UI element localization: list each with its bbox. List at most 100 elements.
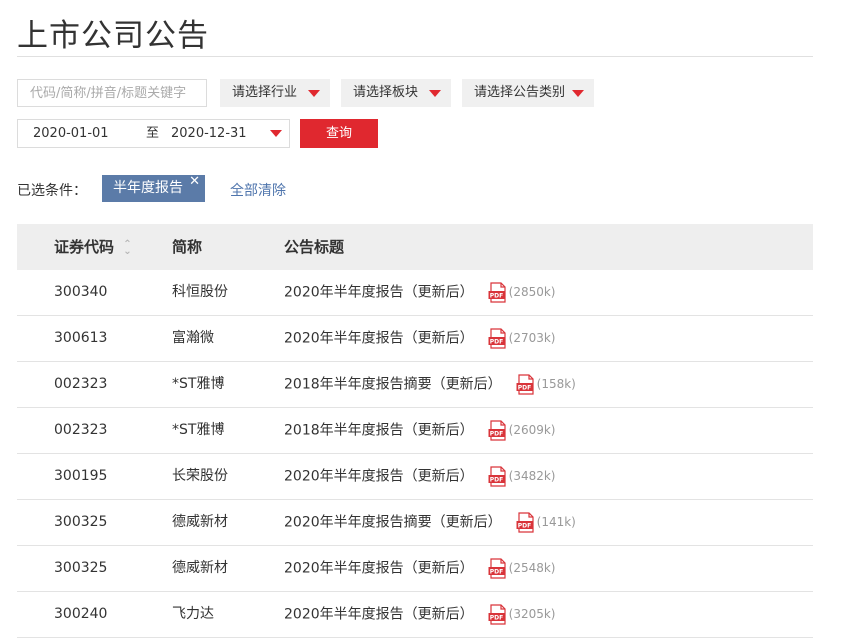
column-name: 简称 xyxy=(172,238,203,256)
table-row: 300195 长荣股份 2020年半年度报告（更新后） PDF (3482k) xyxy=(17,454,813,500)
svg-text:PDF: PDF xyxy=(489,569,502,576)
announcements-table: 证券代码 ⌃ ⌄ 简称 公告标题 300340 科恒股份 2020年半年度报告（更… xyxy=(17,224,813,638)
stock-code: 300195 xyxy=(54,468,108,484)
sort-icon[interactable]: ⌃ ⌄ xyxy=(123,239,131,256)
announcement-title-link[interactable]: 2018年半年度报告摘要（更新后） xyxy=(284,377,502,393)
board-select-label: 请选择板块 xyxy=(353,85,419,100)
svg-text:PDF: PDF xyxy=(517,523,530,530)
stock-name: 科恒股份 xyxy=(172,284,228,300)
file-size: (158k) xyxy=(536,377,576,391)
date-separator: 至 xyxy=(146,126,160,141)
board-select[interactable]: 请选择板块 xyxy=(341,79,451,107)
announcement-title-link[interactable]: 2020年半年度报告（更新后） xyxy=(284,561,474,577)
table-row: 300325 德威新材 2020年半年度报告摘要（更新后） PDF (141k) xyxy=(17,500,813,546)
pdf-icon: PDF xyxy=(488,558,507,579)
announcement-title-link[interactable]: 2020年半年度报告（更新后） xyxy=(284,607,474,623)
caret-down-icon[interactable] xyxy=(270,130,282,137)
stock-code: 300325 xyxy=(54,514,108,530)
stock-code: 300325 xyxy=(54,560,108,576)
file-size: (2548k) xyxy=(508,561,556,575)
date-end[interactable]: 2020-12-31 xyxy=(171,120,247,147)
pdf-icon: PDF xyxy=(516,374,535,395)
announcement-title-link[interactable]: 2018年半年度报告（更新后） xyxy=(284,423,474,439)
search-input[interactable] xyxy=(17,79,207,107)
announcement-cell: 2020年半年度报告（更新后） PDF (2703k) xyxy=(284,316,556,362)
pdf-icon: PDF xyxy=(488,466,507,487)
announcement-cell: 2020年半年度报告摘要（更新后） PDF (141k) xyxy=(284,500,576,546)
industry-select-label: 请选择行业 xyxy=(232,85,298,100)
announcement-cell: 2020年半年度报告（更新后） PDF (3205k) xyxy=(284,592,556,638)
table-row: 300613 富瀚微 2020年半年度报告（更新后） PDF (2703k) xyxy=(17,316,813,362)
table-header: 证券代码 ⌃ ⌄ 简称 公告标题 xyxy=(17,224,813,270)
announcement-cell: 2020年半年度报告（更新后） PDF (2850k) xyxy=(284,270,556,316)
svg-text:PDF: PDF xyxy=(517,385,530,392)
pdf-icon: PDF xyxy=(516,512,535,533)
table-row: 300240 飞力达 2020年半年度报告（更新后） PDF (3205k) xyxy=(17,592,813,638)
svg-text:PDF: PDF xyxy=(489,293,502,300)
announcement-cell: 2018年半年度报告（更新后） PDF (2609k) xyxy=(284,408,556,454)
file-size: (3205k) xyxy=(508,607,556,621)
file-size: (141k) xyxy=(536,515,576,529)
category-select-label: 请选择公告类别 xyxy=(474,85,566,100)
pdf-download-link[interactable]: PDF (3482k) xyxy=(488,454,556,499)
stock-name: 德威新材 xyxy=(172,514,228,530)
selected-conditions-label: 已选条件： xyxy=(17,183,87,199)
file-size: (2703k) xyxy=(508,331,556,345)
caret-down-icon xyxy=(572,90,584,97)
table-body: 300340 科恒股份 2020年半年度报告（更新后） PDF (2850k) … xyxy=(17,270,813,638)
stock-code: 002323 xyxy=(54,376,108,392)
stock-name: *ST雅博 xyxy=(172,376,225,392)
date-range-picker[interactable]: 2020-01-01 至 2020-12-31 xyxy=(17,119,290,148)
pdf-download-link[interactable]: PDF (141k) xyxy=(516,500,576,545)
stock-code: 300240 xyxy=(54,606,108,622)
stock-name: 飞力达 xyxy=(172,606,214,622)
page-title: 上市公司公告 xyxy=(17,18,209,54)
file-size: (2609k) xyxy=(508,423,556,437)
stock-name: 富瀚微 xyxy=(172,330,214,346)
pdf-download-link[interactable]: PDF (2703k) xyxy=(488,316,556,361)
announcement-cell: 2018年半年度报告摘要（更新后） PDF (158k) xyxy=(284,362,576,408)
table-row: 002323 *ST雅博 2018年半年度报告摘要（更新后） PDF (158k… xyxy=(17,362,813,408)
stock-name: *ST雅博 xyxy=(172,422,225,438)
industry-select[interactable]: 请选择行业 xyxy=(220,79,330,107)
stock-code: 300340 xyxy=(54,284,108,300)
svg-text:PDF: PDF xyxy=(489,339,502,346)
table-row: 300325 德威新材 2020年半年度报告（更新后） PDF (2548k) xyxy=(17,546,813,592)
announcement-title-link[interactable]: 2020年半年度报告（更新后） xyxy=(284,285,474,301)
filter-tag-label: 半年度报告 xyxy=(113,180,183,196)
file-size: (3482k) xyxy=(508,469,556,483)
svg-text:PDF: PDF xyxy=(489,431,502,438)
clear-all-link[interactable]: 全部清除 xyxy=(230,180,286,200)
file-size: (2850k) xyxy=(508,285,556,299)
category-select[interactable]: 请选择公告类别 xyxy=(462,79,594,107)
query-button[interactable]: 查询 xyxy=(300,119,378,148)
close-icon[interactable]: ✕ xyxy=(189,168,200,195)
table-row: 300340 科恒股份 2020年半年度报告（更新后） PDF (2850k) xyxy=(17,270,813,316)
pdf-download-link[interactable]: PDF (2609k) xyxy=(488,408,556,453)
title-divider xyxy=(17,56,813,57)
announcement-cell: 2020年半年度报告（更新后） PDF (3482k) xyxy=(284,454,556,500)
announcement-cell: 2020年半年度报告（更新后） PDF (2548k) xyxy=(284,546,556,592)
column-code[interactable]: 证券代码 ⌃ ⌄ xyxy=(54,224,132,270)
svg-text:PDF: PDF xyxy=(489,615,502,622)
stock-code: 300613 xyxy=(54,330,108,346)
caret-down-icon xyxy=(308,90,320,97)
pdf-download-link[interactable]: PDF (3205k) xyxy=(488,592,556,637)
date-start[interactable]: 2020-01-01 xyxy=(33,120,109,147)
pdf-download-link[interactable]: PDF (2548k) xyxy=(488,546,556,591)
announcement-title-link[interactable]: 2020年半年度报告摘要（更新后） xyxy=(284,515,502,531)
pdf-download-link[interactable]: PDF (2850k) xyxy=(488,270,556,315)
svg-text:PDF: PDF xyxy=(489,477,502,484)
column-title: 公告标题 xyxy=(284,238,345,256)
table-row: 002323 *ST雅博 2018年半年度报告（更新后） PDF (2609k) xyxy=(17,408,813,454)
pdf-icon: PDF xyxy=(488,604,507,625)
announcement-title-link[interactable]: 2020年半年度报告（更新后） xyxy=(284,331,474,347)
pdf-download-link[interactable]: PDF (158k) xyxy=(516,362,576,407)
caret-down-icon xyxy=(429,90,441,97)
stock-code: 002323 xyxy=(54,422,108,438)
pdf-icon: PDF xyxy=(488,420,507,441)
pdf-icon: PDF xyxy=(488,328,507,349)
column-code-label: 证券代码 xyxy=(54,238,115,256)
announcement-title-link[interactable]: 2020年半年度报告（更新后） xyxy=(284,469,474,485)
filter-tag: 半年度报告 ✕ xyxy=(102,174,205,202)
